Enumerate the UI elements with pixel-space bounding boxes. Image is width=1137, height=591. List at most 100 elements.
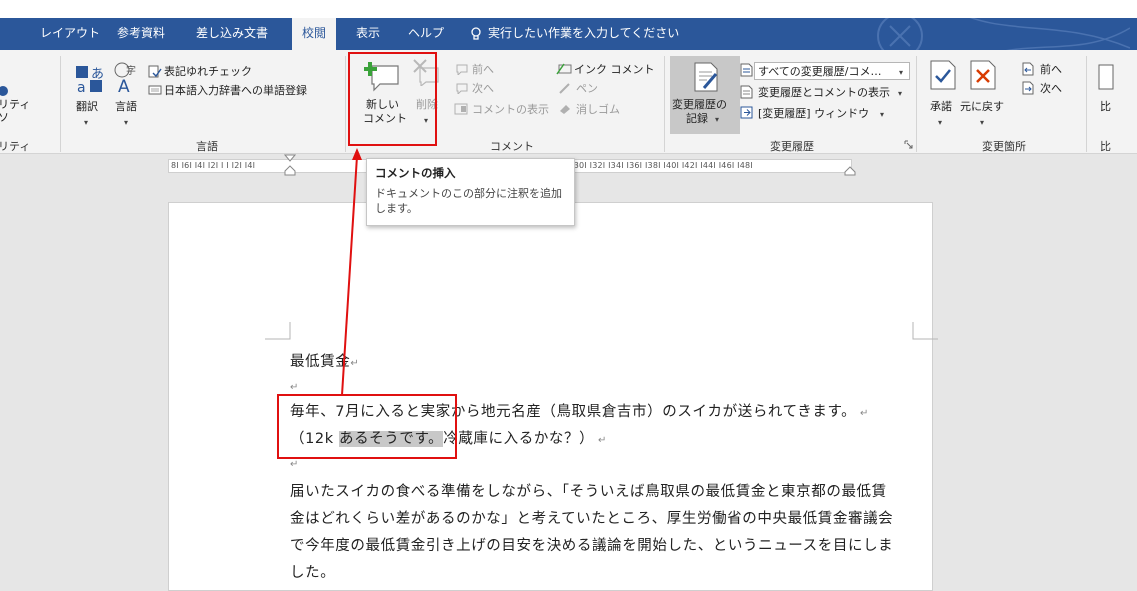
ink-comment-button[interactable]: インク コメント (574, 63, 655, 76)
chevron-down-icon: ▾ (938, 118, 943, 127)
group-separator (664, 56, 665, 152)
heading-text: 最低賃金 (290, 354, 351, 370)
keyboard-icon (148, 85, 162, 95)
group-separator (916, 56, 917, 152)
margin-corner-marker (912, 322, 938, 340)
accessibility-icon[interactable] (0, 84, 10, 98)
eraser-button[interactable]: 消しゴム (576, 103, 620, 116)
paragraph-3-line-2[interactable]: 金はどれくらい差があるのかな」と考えていたところ、厚生労働省の中央最低賃金審議会 (290, 507, 893, 528)
reject-icon (970, 60, 996, 90)
document-heading[interactable]: 最低賃金↵ (290, 350, 359, 371)
background-decoration (877, 18, 1130, 50)
accept-icon (930, 60, 956, 90)
chevron-down-icon: ▾ (898, 89, 903, 98)
previous-change-button[interactable]: 前へ (1040, 63, 1062, 76)
track-changes-label-2: 記録 (686, 112, 708, 125)
tab-review[interactable]: 校閲 (292, 18, 337, 50)
tell-me-box[interactable]: 実行したい作業を入力してください (470, 18, 679, 50)
paragraph-3-line-3[interactable]: で今年度の最低賃金引き上げの目安を決める議論を開始した、というニュースを目にしま (290, 534, 893, 555)
previous-change-icon (1022, 62, 1034, 76)
tab-mailings[interactable]: 差し込み文書 (192, 18, 272, 50)
chevron-down-icon: ▾ (84, 118, 89, 127)
paragraph-mark-icon: ↵ (594, 435, 607, 446)
margin-corner-marker (265, 322, 291, 340)
chevron-down-icon: ▾ (899, 68, 904, 77)
next-comment-button[interactable]: 次へ (472, 82, 494, 95)
svg-text:あ: あ (91, 67, 104, 82)
reviewing-pane-button[interactable]: [変更履歴] ウィンドウ (758, 107, 869, 120)
previous-comment-button[interactable]: 前へ (472, 63, 494, 76)
group-label-language: 言語 (196, 140, 218, 153)
compare-icon[interactable] (1098, 64, 1120, 90)
language-button[interactable]: 言語 (115, 100, 137, 113)
group-label-comments: コメント (490, 140, 534, 153)
reject-button[interactable]: 元に戻す (960, 100, 1004, 113)
show-comments-icon (454, 103, 468, 115)
eraser-icon (560, 105, 570, 114)
tooltip-body-line-1: ドキュメントのこの部分に注釈を追加 (375, 187, 562, 200)
compare-label: 比 (1100, 100, 1111, 113)
annotation-highlight-new-comment (348, 52, 437, 146)
accept-button[interactable]: 承諾 (930, 100, 952, 113)
show-comments-button[interactable]: コメントの表示 (472, 103, 549, 116)
tab-help[interactable]: ヘルプ (404, 18, 448, 50)
next-change-button[interactable]: 次へ (1040, 82, 1062, 95)
new-comment-tooltip: コメントの挿入 ドキュメントのこの部分に注釈を追加 します。 (366, 158, 575, 226)
ime-dictionary-button[interactable]: 日本語入力辞書への単語登録 (164, 84, 307, 97)
tab-view[interactable]: 表示 (352, 18, 384, 50)
markup-display-icon (740, 63, 753, 77)
tell-me-text: 実行したい作業を入力してください (488, 26, 680, 40)
reviewing-pane-icon (740, 106, 753, 119)
chevron-down-icon: ▾ (124, 118, 129, 127)
group-label-tracking: 変更履歴 (770, 140, 814, 153)
previous-comment-icon (456, 64, 468, 75)
group-separator (1086, 56, 1087, 152)
chevron-down-icon: ▾ (715, 115, 720, 124)
svg-text:字: 字 (126, 64, 136, 77)
tooltip-title: コメントの挿入 (375, 166, 456, 180)
empty-paragraph[interactable]: ↵ (290, 378, 299, 394)
group-label-accessibility: リティ (0, 140, 31, 153)
ribbon-tab-bar: レイアウト 参考資料 差し込み文書 校閲 表示 ヘルプ 実行したい作業を入力して… (0, 18, 1137, 50)
svg-text:A: A (118, 77, 130, 94)
pen-icon (559, 83, 570, 94)
ink-comment-icon (556, 63, 572, 75)
tooltip-body-line-2: します。 (375, 202, 418, 215)
track-changes-label-1: 変更履歴の (672, 98, 727, 111)
group-label-changes: 変更箇所 (982, 140, 1026, 153)
lightbulb-icon (471, 26, 481, 40)
track-changes-icon (694, 62, 718, 92)
proof-check-button[interactable]: 表記ゆれチェック (164, 65, 252, 78)
accessibility-label: リティ (0, 98, 31, 111)
markup-display-value: すべての変更履歴/コメ… (758, 65, 882, 78)
group-separator (60, 56, 61, 152)
paragraph-mark-icon: ↵ (290, 459, 299, 470)
language-globe-icon: 字 A (114, 62, 136, 94)
ribbon: リティ ソ リティ あ a 翻訳 ▾ 字 A 言語 ▾ 表記ゆれチェック 日本語… (0, 50, 1137, 154)
indent-marker-icon[interactable] (284, 154, 296, 176)
paragraph-mark-icon: ↵ (350, 358, 360, 369)
show-markup-button[interactable]: 変更履歴とコメントの表示 (758, 86, 890, 99)
chevron-down-icon: ▾ (980, 118, 985, 127)
translate-button[interactable]: 翻訳 (76, 100, 98, 113)
dialog-launcher-icon[interactable] (904, 140, 913, 149)
show-markup-icon (740, 85, 753, 99)
proofing-check-icon (148, 65, 162, 78)
accessibility-label-2: ソ (0, 111, 9, 124)
paragraph-3-line-1[interactable]: 届いたスイカの食べる準備をしながら、「そういえば鳥取県の最低賃金と東京都の最低賃 (290, 480, 887, 501)
translate-icon: あ a (76, 66, 104, 94)
paragraph-2-text-after: 冷蔵庫に入るかな？） (443, 431, 595, 447)
next-change-icon (1022, 81, 1034, 95)
annotation-highlight-selection (277, 394, 457, 459)
paragraph-3-line-4[interactable]: した。 (290, 561, 335, 582)
chevron-down-icon: ▾ (880, 110, 885, 119)
tab-references[interactable]: 参考資料 (113, 18, 169, 50)
right-indent-marker-icon[interactable] (844, 166, 856, 176)
group-separator (345, 56, 346, 152)
paragraph-mark-icon: ↵ (290, 382, 299, 393)
svg-text:a: a (77, 80, 86, 94)
paragraph-mark-icon: ↵ (856, 408, 869, 419)
ruler-ticks-left: 8I I6I I4I I2I I I I2I I4I (171, 161, 256, 170)
pen-button[interactable]: ペン (576, 82, 598, 95)
tab-layout[interactable]: レイアウト (36, 18, 104, 50)
